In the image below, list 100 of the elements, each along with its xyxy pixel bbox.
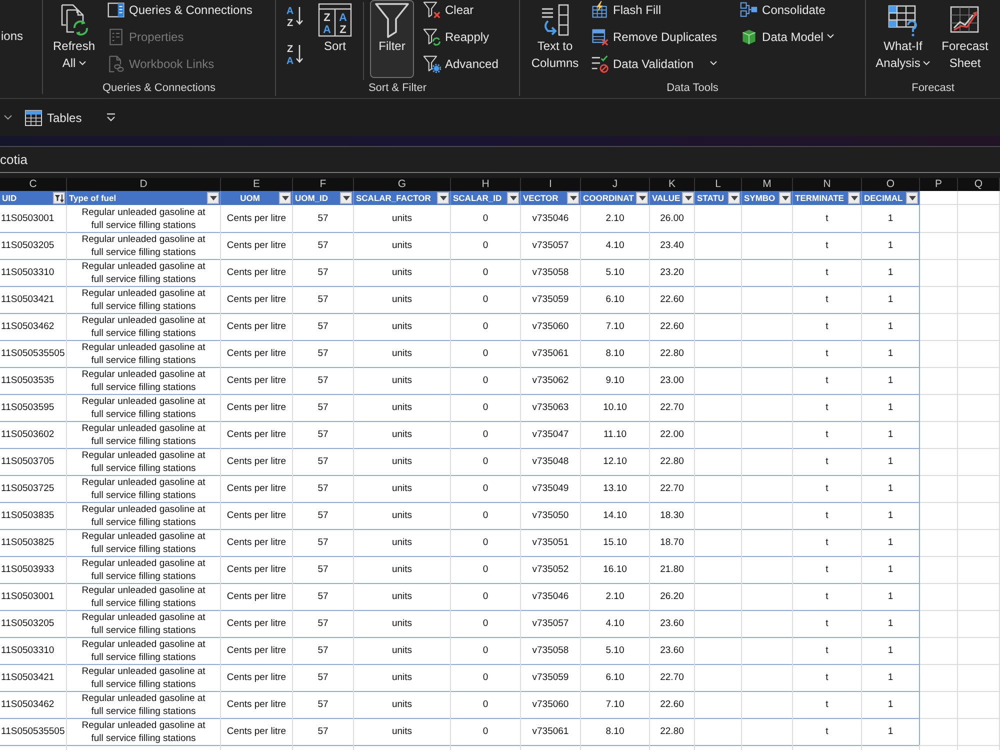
table-cell: Regular unleaded gasoline at full service filling stations — [67, 313, 221, 341]
filter-dropdown-button[interactable] — [779, 192, 791, 204]
ribbon-button[interactable]: Consolidate — [737, 0, 828, 23]
group-label: Forecast — [910, 81, 956, 96]
filter-dropdown-button[interactable] — [53, 192, 65, 204]
ribbon-button[interactable]: Forecast Sheet — [935, 0, 995, 78]
table-cell: 26.20 — [650, 583, 695, 611]
table-cell: 57 — [293, 394, 354, 422]
filter-dropdown-button[interactable] — [906, 192, 918, 204]
empty-cell — [920, 691, 958, 719]
caret-icon — [440, 196, 446, 200]
empty-cell — [958, 637, 1000, 665]
checklist-icon — [591, 54, 609, 72]
table-cell: Cents per litre — [221, 313, 293, 341]
empty-cell — [920, 421, 958, 449]
table-cell: units — [354, 664, 451, 692]
table-cell: 0 — [451, 529, 521, 557]
caret-icon[interactable] — [4, 115, 12, 120]
ribbon-button[interactable]: Remove Duplicates — [588, 23, 720, 50]
ribbon-button[interactable]: Data Validation — [588, 50, 720, 77]
table-cell: 5.10 — [581, 637, 650, 665]
filter-dropdown-button[interactable] — [728, 192, 740, 204]
filter-dropdown-button[interactable] — [848, 192, 860, 204]
ribbon-button[interactable]: Text to Columns — [525, 0, 585, 78]
filter-dropdown-button[interactable] — [507, 192, 519, 204]
empty-cell — [920, 583, 958, 611]
ribbon-button[interactable]: Z A A Z Sort — [313, 0, 357, 78]
table-cell: Regular unleaded gasoline at full service filling stations — [67, 610, 221, 638]
empty-cell — [695, 502, 742, 530]
filter-clear-icon — [423, 0, 441, 18]
table-cell: Regular unleaded gasoline at full service filling stations — [67, 556, 221, 584]
ribbon-button[interactable]: Data Model — [737, 23, 838, 50]
empty-cell — [920, 313, 958, 341]
column-letter[interactable]: P — [920, 178, 958, 191]
table-cell: Cents per litre — [221, 583, 293, 611]
filter-dropdown-button[interactable] — [207, 192, 219, 204]
table-cell: Regular unleaded gasoline at full service filling stations — [67, 718, 221, 746]
ribbon-button[interactable]: What-If Analysis — [873, 0, 933, 78]
empty-cell — [920, 502, 958, 530]
empty-cell — [742, 475, 793, 503]
header-label: COORDINAT — [583, 193, 634, 203]
table-cell: units — [354, 718, 451, 746]
table-cell: v735051 — [521, 529, 581, 557]
filter-dropdown-button[interactable] — [437, 192, 449, 204]
table-cell: 8.10 — [581, 718, 650, 746]
table-cell: 0 — [451, 502, 521, 530]
ribbon-button[interactable]: Refresh All — [44, 0, 104, 78]
table-cell: 2.10 — [581, 583, 650, 611]
column-letter[interactable]: Q — [958, 178, 1000, 191]
filter-dropdown-button[interactable] — [636, 192, 648, 204]
header-label: UOM — [239, 193, 261, 203]
table-cell: v735050 — [521, 502, 581, 530]
caret-icon — [210, 196, 216, 200]
table-cell: units — [354, 259, 451, 287]
filter-dropdown-button[interactable] — [279, 192, 291, 204]
tables-button[interactable]: Tables — [23, 108, 84, 128]
header-label: VALUE — [652, 193, 680, 203]
ribbon-button[interactable]: Filter — [370, 0, 414, 78]
empty-cell — [958, 394, 1000, 422]
table-cell: 57 — [293, 448, 354, 476]
ribbon-button[interactable]: ions — [0, 0, 42, 49]
table-cell: 1 — [862, 232, 920, 260]
empty-cell — [695, 637, 742, 665]
filter-dropdown-button[interactable] — [567, 192, 579, 204]
empty-cell — [920, 448, 958, 476]
empty-cell — [958, 610, 1000, 638]
empty-cell — [695, 367, 742, 395]
table-cell: 22.70 — [650, 475, 695, 503]
empty-cell — [958, 367, 1000, 395]
filter-dropdown-button[interactable] — [682, 192, 694, 204]
customize-icon[interactable] — [106, 113, 116, 122]
formula-field[interactable]: cotia — [0, 146, 1000, 173]
table-cell: Regular unleaded gasoline at full service filling stations — [67, 583, 221, 611]
table-cell: 57 — [293, 259, 354, 287]
table-cell: units — [354, 691, 451, 719]
caret-icon — [342, 196, 350, 200]
table-cell: 11S0503001 — [0, 205, 67, 233]
ribbon-button[interactable]: Advanced — [420, 50, 502, 77]
table-cell: v735057 — [521, 232, 581, 260]
table-cell: 1 — [862, 475, 920, 503]
table-cell: 11S0503205 — [0, 232, 67, 260]
caret-icon — [684, 196, 692, 200]
table-cell: 26.00 — [650, 205, 695, 233]
table-cell: 57 — [293, 205, 354, 233]
filter-sort-icon — [54, 194, 64, 202]
table-cell: 22.80 — [650, 340, 695, 368]
ribbon-button[interactable]: Reapply — [420, 23, 492, 50]
table-cell: 22.70 — [650, 664, 695, 692]
table-cell: 57 — [293, 529, 354, 557]
table-cell: 11S0503725 — [0, 475, 67, 503]
table-cell: 57 — [293, 313, 354, 341]
ribbon-button[interactable]: Clear — [420, 0, 477, 23]
ribbon-button[interactable]: Flash Fill — [588, 0, 664, 23]
table-cell: 0 — [451, 259, 521, 287]
header-label: UID — [2, 193, 18, 203]
ribbon-button[interactable]: Queries & Connections — [104, 0, 256, 23]
table-cell: 1 — [862, 502, 920, 530]
table-cell: t — [793, 286, 862, 314]
filter-dropdown-button[interactable] — [340, 192, 352, 204]
empty-cell — [695, 583, 742, 611]
